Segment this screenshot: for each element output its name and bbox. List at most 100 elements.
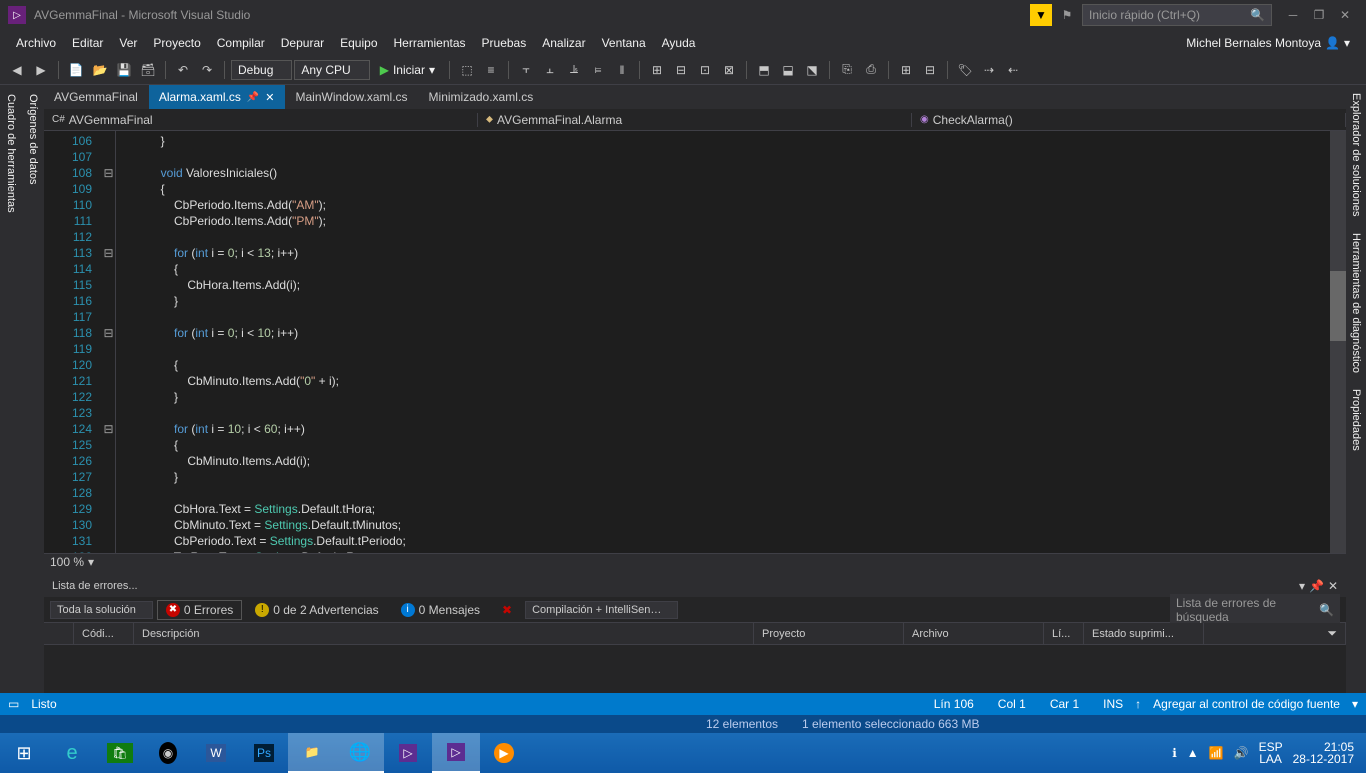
volume-icon[interactable]: 🔊 — [1234, 746, 1249, 760]
side-tab-diagnostics[interactable]: Herramientas de diagnóstico — [1346, 225, 1366, 381]
menu-depurar[interactable]: Depurar — [273, 30, 332, 55]
errlist-col[interactable]: Estado suprimi... — [1084, 623, 1204, 644]
platform-dropdown[interactable]: Any CPU — [294, 60, 369, 80]
tb-icon[interactable]: ⊡ — [694, 59, 716, 81]
tb-icon[interactable]: 🏷 — [954, 59, 976, 81]
breadcrumb-namespace[interactable]: C#AVGemmaFinal — [44, 113, 478, 127]
close-icon[interactable]: ✕ — [1328, 579, 1338, 593]
fold-gutter[interactable]: ⊟⊟⊟⊟ — [102, 131, 116, 553]
start-button[interactable]: ⊞ — [0, 733, 48, 773]
menu-pruebas[interactable]: Pruebas — [474, 30, 535, 55]
tb-icon[interactable]: ⊞ — [895, 59, 917, 81]
close-icon[interactable]: ✕ — [265, 91, 274, 104]
menu-analizar[interactable]: Analizar — [534, 30, 593, 55]
breadcrumb-class[interactable]: ⬥AVGemmaFinal.Alarma — [478, 113, 912, 127]
tb-icon[interactable]: ⬓ — [777, 59, 799, 81]
menu-editar[interactable]: Editar — [64, 30, 111, 55]
code-editor[interactable]: 1061071081091101111121131141151161171181… — [44, 131, 1346, 553]
errlist-col[interactable]: Descripción — [134, 623, 754, 644]
side-tab-properties[interactable]: Propiedades — [1346, 381, 1366, 459]
menu-compilar[interactable]: Compilar — [209, 30, 273, 55]
chevron-down-icon[interactable]: ▾ — [88, 555, 94, 569]
errors-filter[interactable]: ✖0 Errores — [157, 600, 242, 620]
undo-button[interactable]: ↶ — [172, 59, 194, 81]
error-search-input[interactable]: Lista de errores de búsqueda🔍 — [1170, 594, 1340, 626]
quick-launch-input[interactable]: Inicio rápido (Ctrl+Q) 🔍 — [1082, 4, 1272, 26]
chevron-down-icon[interactable]: ▾ — [1352, 697, 1358, 711]
pin-icon[interactable]: 📌 — [1309, 579, 1324, 593]
taskbar-word[interactable]: W — [192, 733, 240, 773]
user-account[interactable]: Michel Bernales Montoya 👤 ▾ — [1186, 36, 1358, 50]
messages-filter[interactable]: i0 Mensajes — [392, 600, 489, 620]
feedback-icon[interactable]: ⚑ — [1056, 4, 1078, 26]
menu-ayuda[interactable]: Ayuda — [654, 30, 704, 55]
tb-icon[interactable]: ⇢ — [978, 59, 1000, 81]
taskbar-explorer[interactable]: 📁 — [288, 733, 336, 773]
nav-back-button[interactable]: ◀ — [6, 59, 28, 81]
save-button[interactable]: 💾 — [113, 59, 135, 81]
file-tab[interactable]: MainWindow.xaml.cs — [286, 85, 419, 109]
tb-icon[interactable]: ⬒ — [753, 59, 775, 81]
side-tab-solution-explorer[interactable]: Explorador de soluciones — [1346, 85, 1366, 225]
tb-icon[interactable]: ‖ — [611, 59, 633, 81]
taskbar-ie[interactable]: e — [48, 733, 96, 773]
system-tray[interactable]: ℹ ▲ 📶 🔊 ESP LAA 21:05 28-12-2017 — [1172, 741, 1366, 765]
open-file-button[interactable]: 📂 — [89, 59, 111, 81]
config-dropdown[interactable]: Debug — [231, 60, 292, 80]
side-tab-toolbox[interactable]: Cuadro de herramientas — [0, 85, 22, 693]
save-all-button[interactable]: 🗃 — [137, 59, 159, 81]
tb-icon[interactable]: ⊠ — [718, 59, 740, 81]
tray-icon[interactable]: ▲ — [1187, 746, 1199, 760]
errlist-col[interactable]: Lí... — [1044, 623, 1084, 644]
tb-icon[interactable]: ⊞ — [646, 59, 668, 81]
breadcrumb-method[interactable]: ◉CheckAlarma() — [912, 113, 1346, 127]
taskbar-chrome[interactable]: 🌐 — [336, 733, 384, 773]
errlist-col[interactable]: Códi... — [74, 623, 134, 644]
tb-icon[interactable]: ≡ — [480, 59, 502, 81]
close-button[interactable]: ✕ — [1332, 4, 1358, 26]
network-icon[interactable]: 📶 — [1209, 746, 1224, 760]
taskbar-vs-installer[interactable]: ▷ — [384, 733, 432, 773]
tb-icon[interactable]: ⬔ — [801, 59, 823, 81]
menu-herramientas[interactable]: Herramientas — [386, 30, 474, 55]
vertical-scrollbar[interactable] — [1330, 131, 1346, 553]
filter-icon[interactable]: ⏷ — [1327, 626, 1337, 641]
taskbar-app[interactable]: ◉ — [144, 733, 192, 773]
minimize-button[interactable]: ─ — [1280, 4, 1306, 26]
new-file-button[interactable]: 📄 — [65, 59, 87, 81]
errlist-col[interactable]: Archivo — [904, 623, 1044, 644]
tb-icon[interactable]: ⊟ — [919, 59, 941, 81]
status-source-control[interactable]: Agregar al control de código fuente — [1141, 697, 1352, 711]
pin-icon[interactable]: 📌 — [247, 92, 259, 103]
notification-icon[interactable]: ▼ — [1030, 4, 1052, 26]
taskbar-visual-studio[interactable]: ▷ — [432, 733, 480, 773]
help-icon[interactable]: ℹ — [1172, 746, 1177, 760]
scope-dropdown[interactable]: Toda la solución — [50, 601, 153, 619]
tb-icon[interactable]: ⎙ — [860, 59, 882, 81]
menu-ventana[interactable]: Ventana — [594, 30, 654, 55]
tb-icon[interactable]: ⬚ — [456, 59, 478, 81]
tb-icon[interactable]: ⫟ — [515, 59, 537, 81]
maximize-button[interactable]: ❐ — [1306, 4, 1332, 26]
tb-icon[interactable]: ⫡ — [563, 59, 585, 81]
taskbar-store[interactable]: 🛍 — [96, 733, 144, 773]
tb-icon[interactable]: ⊟ — [670, 59, 692, 81]
taskbar-photoshop[interactable]: Ps — [240, 733, 288, 773]
nav-fwd-button[interactable]: ▶ — [30, 59, 52, 81]
file-tab[interactable]: Alarma.xaml.cs 📌 ✕ — [149, 85, 286, 109]
file-tab[interactable]: Minimizado.xaml.cs — [419, 85, 545, 109]
menu-archivo[interactable]: Archivo — [8, 30, 64, 55]
tray-clock[interactable]: 21:05 28-12-2017 — [1293, 741, 1354, 765]
tb-icon[interactable]: ⎘ — [836, 59, 858, 81]
side-tab-data-sources[interactable]: Orígenes de datos — [22, 85, 44, 693]
dropdown-icon[interactable]: ▾ — [1299, 579, 1305, 593]
tray-keyboard[interactable]: LAA — [1259, 753, 1282, 765]
zoom-level[interactable]: 100 % — [50, 555, 84, 569]
start-debug-button[interactable]: ▶ Iniciar ▾ — [372, 61, 443, 79]
menu-ver[interactable]: Ver — [111, 30, 145, 55]
menu-proyecto[interactable]: Proyecto — [145, 30, 208, 55]
tb-icon[interactable]: ⫠ — [539, 59, 561, 81]
code-content[interactable]: } void ValoresIniciales() { CbPeriodo.It… — [116, 131, 1346, 553]
menu-equipo[interactable]: Equipo — [332, 30, 385, 55]
taskbar-media-player[interactable]: ▶ — [480, 733, 528, 773]
